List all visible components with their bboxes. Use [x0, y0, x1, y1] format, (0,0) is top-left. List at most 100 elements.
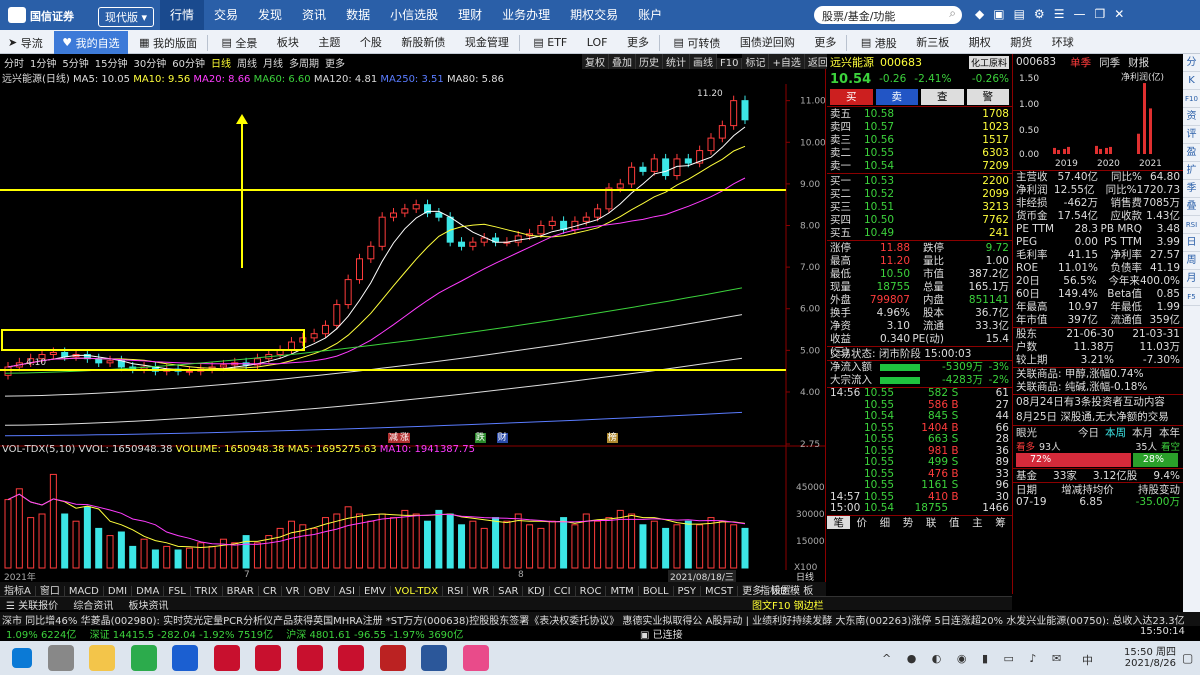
nav-guide[interactable]: ➤ 导流: [0, 31, 51, 55]
quote-tab[interactable]: 细: [873, 516, 896, 529]
profit-bar[interactable]: [1067, 146, 1070, 154]
period-monthly[interactable]: 月线: [263, 59, 283, 70]
nav-neeq[interactable]: 新三板: [908, 30, 957, 54]
nav-options[interactable]: 期权: [961, 30, 999, 54]
volume-bar[interactable]: [163, 545, 171, 569]
bid-row[interactable]: 买五 10.49 241: [827, 227, 1012, 240]
taskbar-clock[interactable]: 15:50 周四 2021/8/26: [1104, 643, 1176, 669]
nav-etf[interactable]: ▤ ETF: [525, 31, 575, 55]
volume-bar[interactable]: [401, 509, 409, 569]
volume-bar[interactable]: [49, 473, 57, 569]
index-hs[interactable]: 沪深 4801.61 -96.55 -1.97% 3690亿: [286, 630, 463, 640]
ask-row[interactable]: 卖一 10.54 7209: [827, 160, 1012, 173]
media-icon[interactable]: [379, 645, 406, 671]
profit-bar[interactable]: [1095, 145, 1098, 154]
tray-icons[interactable]: ^ ● ◐ ◉ ▮ ▭ ♪ ✉: [882, 652, 1067, 665]
vote-tab-today[interactable]: 今日: [1078, 425, 1099, 440]
candle[interactable]: [4, 366, 12, 376]
skin-icon[interactable]: ◆: [975, 7, 993, 21]
side-tool-button[interactable]: RSI: [1183, 216, 1200, 234]
candle[interactable]: [582, 216, 590, 222]
period-1min[interactable]: 1分钟: [30, 59, 56, 70]
tab-report[interactable]: 财报: [1128, 55, 1149, 70]
candle[interactable]: [537, 225, 545, 235]
volume-bar[interactable]: [219, 538, 227, 569]
volume-bar[interactable]: [287, 520, 295, 569]
candle[interactable]: [219, 364, 227, 368]
save-icon[interactable]: ▤: [1014, 7, 1034, 21]
volume-bar[interactable]: [231, 542, 239, 569]
side-tool-button[interactable]: F5: [1183, 288, 1200, 306]
f10-sidebar-toggle[interactable]: 图文F10 钢边栏: [752, 597, 824, 612]
search-box[interactable]: 股票/基金/功能 ⌕: [814, 6, 962, 24]
nav-sector[interactable]: 板块: [269, 30, 307, 54]
query-button[interactable]: 查: [921, 89, 964, 105]
tool-draw[interactable]: 画线: [690, 54, 717, 69]
volume-bar[interactable]: [537, 527, 545, 569]
volume-bar[interactable]: [594, 520, 602, 569]
ask-row[interactable]: 卖二 10.55 6303: [827, 147, 1012, 160]
explorer-icon[interactable]: [89, 645, 115, 671]
notification-icon[interactable]: ▢: [1182, 651, 1193, 665]
volume-bar[interactable]: [174, 549, 182, 569]
period-15min[interactable]: 15分钟: [95, 59, 128, 70]
volume-bar[interactable]: [503, 520, 511, 569]
candle[interactable]: [95, 358, 103, 364]
volume-bar[interactable]: [61, 513, 69, 569]
nav-hk[interactable]: ▤ 港股: [853, 31, 905, 55]
event-mark-finance[interactable]: 财: [496, 433, 508, 443]
volume-bar[interactable]: [129, 545, 137, 569]
candle[interactable]: [435, 212, 443, 218]
candle[interactable]: [390, 212, 398, 218]
volume-bar[interactable]: [605, 517, 613, 569]
close-icon[interactable]: ✕: [1114, 7, 1133, 21]
volume-bar[interactable]: [208, 545, 216, 569]
volume-bar[interactable]: [276, 527, 284, 569]
notice-item[interactable]: 8月25日 深股通,无大净额的交易: [1013, 410, 1183, 425]
quote-tab[interactable]: 价: [850, 516, 873, 529]
nav-lof[interactable]: LOF: [579, 31, 616, 55]
volume-bar[interactable]: [480, 527, 488, 569]
volume-bar[interactable]: [650, 520, 658, 569]
volume-bar[interactable]: [684, 520, 692, 569]
menu-business[interactable]: 业务办理: [492, 0, 560, 30]
side-tool-button[interactable]: F10: [1183, 90, 1200, 108]
minimize-icon[interactable]: —: [1073, 7, 1094, 21]
volume-bar[interactable]: [72, 520, 80, 569]
volume-bar[interactable]: [367, 520, 375, 569]
profit-bar[interactable]: [1105, 147, 1108, 154]
bid-row[interactable]: 买三 10.51 3213: [827, 201, 1012, 214]
tool-f10[interactable]: F10: [717, 58, 743, 69]
indicator-b-button[interactable]: 指标B 模 板: [760, 582, 813, 597]
tool-mark[interactable]: 标记: [742, 54, 770, 69]
candle[interactable]: [707, 137, 715, 152]
tool-add-watch[interactable]: +自选: [769, 54, 805, 69]
candle[interactable]: [548, 220, 556, 227]
side-tool-button[interactable]: 日: [1183, 234, 1200, 252]
candle[interactable]: [662, 158, 670, 177]
edition-button[interactable]: 现代版 ▾: [98, 7, 155, 27]
gift-icon[interactable]: ▣: [993, 7, 1013, 21]
nav-cash[interactable]: 现金管理: [457, 30, 517, 54]
kline-svg[interactable]: 11.00 10.00 9.00 8.00 7.00 6.00 5.00 4.00 2.75 45…: [0, 84, 826, 594]
tool-adjust[interactable]: 复权: [582, 54, 609, 69]
volume-bar[interactable]: [151, 549, 159, 569]
candle[interactable]: [628, 166, 636, 185]
volume-bar[interactable]: [253, 542, 261, 569]
ask-row[interactable]: 卖三 10.56 1517: [827, 134, 1012, 147]
volume-bar[interactable]: [27, 517, 35, 569]
nav-panorama[interactable]: ▤ 全景: [213, 31, 265, 55]
candle[interactable]: [401, 208, 409, 214]
volume-bar[interactable]: [15, 488, 23, 569]
volume-bar[interactable]: [344, 506, 352, 569]
candle[interactable]: [106, 360, 114, 364]
menu-icon[interactable]: ☰: [1054, 7, 1074, 21]
nav-more-1[interactable]: 更多: [619, 30, 657, 54]
nav-convertible[interactable]: ▤ 可转债: [665, 31, 728, 55]
profit-bar[interactable]: [1063, 148, 1066, 154]
volume-bar[interactable]: [639, 524, 647, 569]
side-tool-button[interactable]: 月: [1183, 270, 1200, 288]
period-5min[interactable]: 5分钟: [62, 59, 88, 70]
buy-button[interactable]: 买: [830, 89, 873, 105]
alert-button[interactable]: 警: [966, 89, 1009, 105]
